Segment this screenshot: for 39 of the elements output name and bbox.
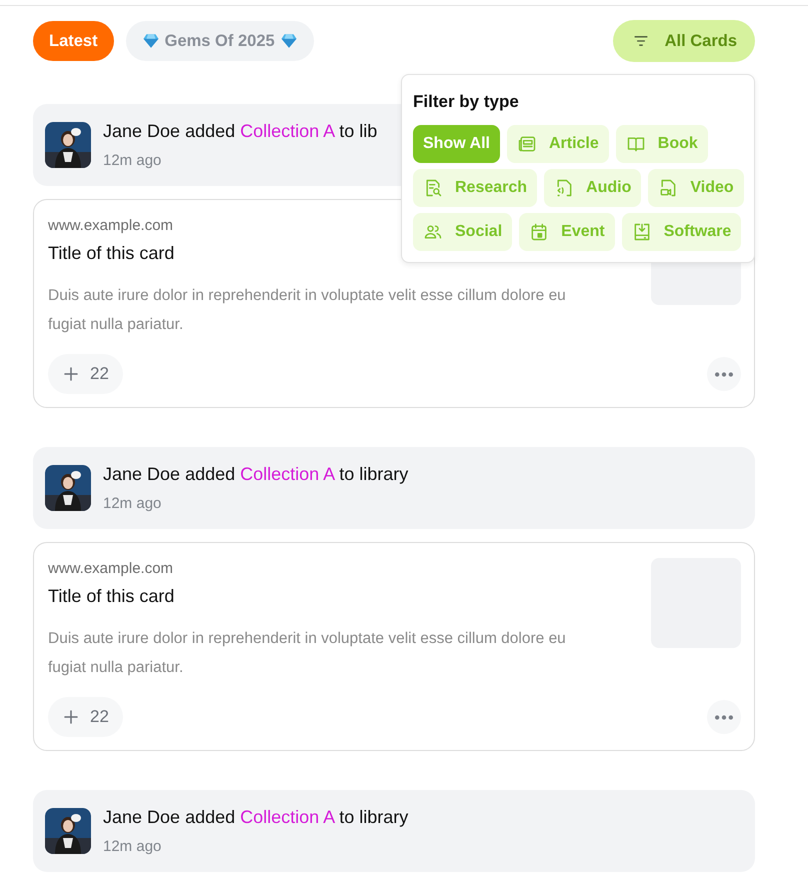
- tab[interactable]: Gems Of 2025: [126, 21, 314, 61]
- filter-option[interactable]: Book: [616, 124, 708, 162]
- more-icon: [715, 714, 733, 720]
- filter-option[interactable]: Article: [506, 124, 609, 162]
- card-description: Duis aute irure dolor in reprehenderit in voluptate velit esse cillum dolore eu fugiat nulla pariatur.: [48, 286, 567, 335]
- card-description: Duis aute irure dolor in reprehenderit in voluptate velit esse cillum dolore eu fugiat nulla pariatur.: [48, 629, 567, 678]
- filter-option[interactable]: Audio: [544, 168, 642, 206]
- filter-option[interactable]: Research: [413, 168, 538, 206]
- gem-icon: [142, 32, 160, 50]
- gem-icon: [280, 32, 298, 50]
- plus-icon: [62, 365, 80, 383]
- card-domain: www.example.com: [48, 216, 174, 236]
- newspaper-icon: [516, 134, 537, 154]
- card-title: Title of this card: [48, 242, 174, 265]
- download-icon: [632, 222, 652, 242]
- timestamp: 12m ago: [103, 836, 162, 857]
- activity-text: Jane Doe added Collection A to library: [103, 462, 408, 486]
- tab[interactable]: Latest: [33, 21, 114, 61]
- activity-text: Jane Doe added Collection A to library: [103, 806, 408, 829]
- filter-option[interactable]: Software: [622, 212, 742, 250]
- card-title: Title of this card: [48, 585, 174, 608]
- menu-title: Filter by type: [413, 91, 520, 113]
- filter-option[interactable]: Social: [413, 212, 512, 250]
- plus-icon: [62, 708, 80, 726]
- add-button[interactable]: 22: [48, 354, 123, 394]
- add-button[interactable]: 22: [48, 697, 123, 737]
- calendar-icon: [529, 222, 550, 242]
- filter-option[interactable]: Event: [519, 212, 615, 250]
- timestamp: 12m ago: [103, 150, 162, 171]
- activity-text: Jane Doe added Collection A to lib: [103, 120, 378, 143]
- more-button[interactable]: [707, 357, 741, 391]
- card-domain: www.example.com: [48, 559, 174, 579]
- more-icon: [715, 372, 733, 376]
- video-file-icon: [658, 178, 678, 198]
- more-button[interactable]: [707, 700, 741, 734]
- filter-option[interactable]: Show All: [413, 124, 500, 162]
- filter-option[interactable]: Video: [648, 168, 744, 206]
- timestamp: 12m ago: [103, 494, 162, 514]
- filter-button[interactable]: All Cards: [612, 20, 755, 62]
